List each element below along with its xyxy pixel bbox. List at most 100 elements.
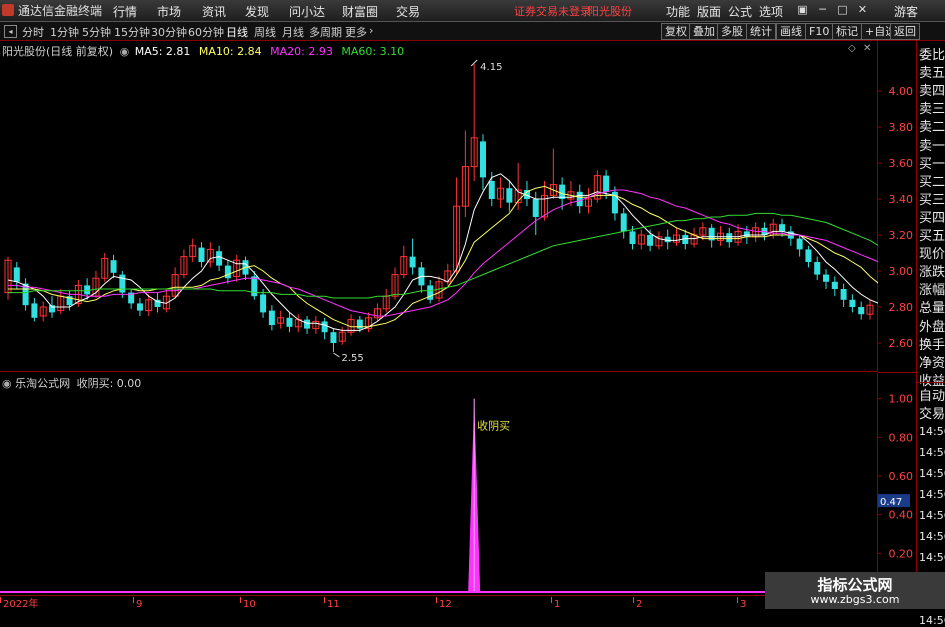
candle-body [849,299,856,307]
period-monthly[interactable]: 月线 [282,24,304,40]
toolbar-duogu[interactable]: 多股 [717,23,747,40]
date-tick-label: 2022年 [3,597,38,609]
ma10-label: MA10: 2.84 [198,45,262,58]
period-more[interactable]: 更多 [345,24,367,40]
candle-body [31,303,38,318]
sub-settings-icon[interactable]: ◉ [2,377,12,390]
menu-faxian[interactable]: 发现 [245,3,269,20]
ma20-line [8,189,878,317]
price-tick-label: 2.80 [889,301,914,314]
ma20-label: MA20: 2.93 [270,45,333,58]
ma60-label: MA60: 3.10 [341,45,405,58]
toolbar-f10[interactable]: F10 [805,23,834,40]
toolbar-biaoji[interactable]: 标记 [832,23,862,40]
tick-time: 14:56 [919,425,945,438]
candle-body [260,294,267,313]
quote-field-label: 外盘 [919,319,945,335]
toolbar-fanhui[interactable]: 返回 [890,23,920,40]
tick-time: 14:56 [919,509,945,522]
menu-xuanxiang[interactable]: 选项 [759,3,783,20]
price-tick-label: 3.80 [889,121,914,134]
quote-field-label: 涨幅 [919,283,945,299]
panel-toggle-icon[interactable]: ◂ [4,25,17,38]
toolbar-huaxian[interactable]: 画线 [776,23,806,40]
price-tick-label: 4.00 [889,85,914,98]
period-60min[interactable]: 60分钟 [188,24,224,40]
skin-icon[interactable]: ▣ [795,2,810,17]
date-tick-label: 12 [439,599,452,609]
quote-field-label: 换手 [919,337,945,353]
minimize-icon[interactable]: ─ [815,2,830,17]
period-fenshi[interactable]: 分时 [22,24,44,40]
period-weekly[interactable]: 周线 [254,24,276,40]
close-icon[interactable]: ✕ [855,2,870,17]
period-1min[interactable]: 1分钟 [50,24,79,40]
menu-shichang[interactable]: 市场 [157,3,181,20]
menu-gongshi[interactable]: 公式 [728,3,752,20]
quote-field-label: 卖一 [919,138,945,154]
candle-body [814,262,821,275]
guest-label[interactable]: 游客 [894,3,918,20]
candle-body [506,188,513,203]
toolbar-tongji[interactable]: 统计 [746,23,776,40]
auto-toggle[interactable]: 自动 [919,385,945,404]
menu-caifuquan[interactable]: 财富圈 [342,3,378,20]
candle-body [286,317,293,327]
maximize-icon[interactable]: □ [835,2,850,17]
candle-body [796,238,803,250]
chart-menu-icon[interactable]: ◇ [848,43,856,54]
price-tick-label: 3.40 [889,193,914,206]
price-tick-label: 2.60 [889,337,914,350]
menu-gongneng[interactable]: 功能 [666,3,690,20]
candle-body [831,281,838,289]
period-multi[interactable]: 多周期 [309,24,342,40]
quote-field-label: 买五 [919,229,945,244]
sub-legend: ◉ 乐淘公式网 收阴买: 0.00 [2,375,141,391]
menu-wenxiaoda[interactable]: 问小达 [289,3,325,20]
candlestick-chart[interactable]: 4.15 2.55 [0,41,878,372]
quote-field-label: 委比 [919,48,945,63]
candle-body [198,247,205,262]
date-tick-label: 2 [636,599,642,609]
low-marker-label: 2.55 [341,353,363,364]
trade-label: 交易 [919,407,945,422]
candle-body [330,332,337,343]
toolbar-fuquan[interactable]: 复权 [661,23,691,40]
price-axis: 4.00 3.80 3.60 3.40 3.20 3.00 2.80 2.60 1.00 0.80… [878,85,916,560]
indicator-tick-label: 0.40 [889,509,914,522]
menu-banmian[interactable]: 版面 [697,3,721,20]
candle-body [743,231,750,237]
indicator-tick-label: 0.80 [889,431,914,444]
quote-field-label: 净资 [919,355,945,371]
quote-field-label: 买三 [919,192,945,208]
tick-time: 14:56 [919,467,945,480]
chevron-right-icon[interactable]: › [369,24,373,37]
login-status[interactable]: 证券交易未登录 [514,3,591,19]
candle-body [136,303,143,311]
quote-panel: 委比 卖五 卖四 卖三 卖二 卖一 买一 买二 买三 买四 买五 现价 涨跌 涨幅 总量 外盘 换手 净资 收益 自动… [916,41,945,627]
menu-hangqing[interactable]: 行情 [113,3,137,20]
candle-body [268,310,275,325]
candle-body [488,181,495,199]
period-15min[interactable]: 15分钟 [114,24,150,40]
indicator-chart[interactable]: 收阴买 [0,373,878,596]
menu-zixun[interactable]: 资讯 [202,3,226,20]
candle-body [13,267,20,282]
candle-body [858,307,865,315]
quote-field-label: 买四 [919,210,945,226]
price-tick-label: 3.20 [889,229,914,242]
menu-jiaoyi[interactable]: 交易 [396,3,420,20]
low-marker-arrow [333,352,340,358]
tick-time: 14:56 [919,446,945,459]
candle-body [805,249,812,262]
indicator-tick-label: 0.20 [889,547,914,560]
main-legend: 阳光股份(日线 前复权) ◉ MA5: 2.81 MA10: 2.84 MA20… [2,43,404,59]
period-daily[interactable]: 日线 [226,24,248,40]
toolbar-diejia[interactable]: 叠加 [689,23,719,40]
period-5min[interactable]: 5分钟 [82,24,111,40]
indicator-tick-label: 1.00 [889,393,914,406]
quote-field-label: 卖五 [919,66,945,82]
period-30min[interactable]: 30分钟 [151,24,187,40]
settings-icon[interactable]: ◉ [120,45,130,58]
chart-close-icon[interactable]: ✕ [863,43,871,54]
